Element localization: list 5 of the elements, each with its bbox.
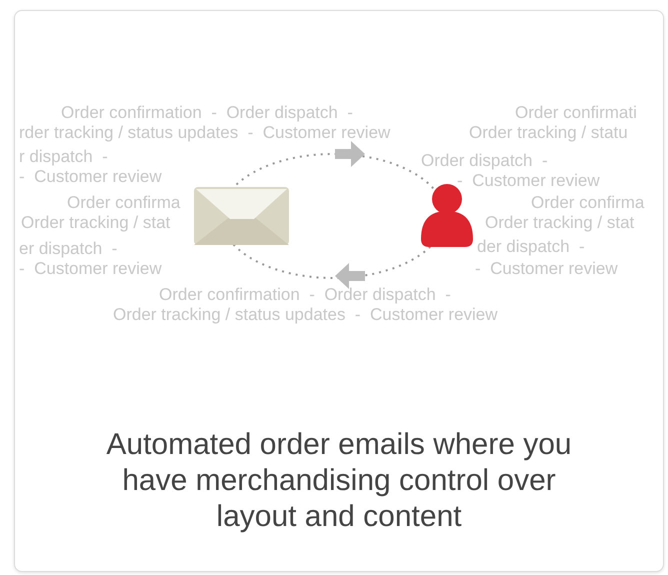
person-icon (421, 184, 473, 247)
arrow-icon (335, 263, 365, 289)
card-caption: Automated order emails where you have merchandising control over layout and content (105, 427, 573, 535)
arrow-icon (335, 141, 365, 167)
envelope-icon (194, 187, 289, 245)
